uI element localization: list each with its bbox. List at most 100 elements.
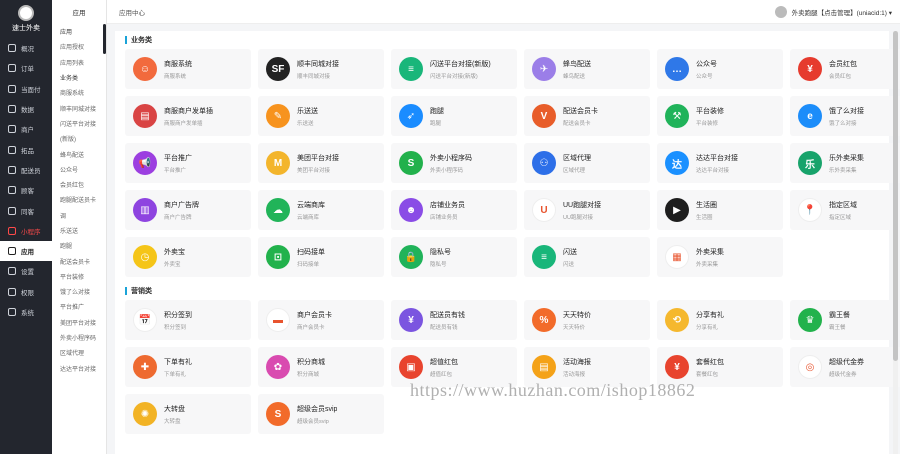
app-card[interactable]: ⊡ 扫码接单 扫码接单 [258, 237, 384, 277]
app-card[interactable]: 达达达平台对接 达达平台对接 [657, 143, 783, 183]
sub-nav-item[interactable]: 应用 [52, 24, 106, 39]
sidebar-item-user[interactable]: 同客 [0, 200, 52, 220]
app-card[interactable]: % 天天特价 天天特价 [524, 300, 650, 340]
app-card[interactable]: ☻ 店铺业务员 店铺业务员 [391, 190, 517, 230]
sub-nav-item[interactable]: 调 [52, 208, 106, 223]
app-card[interactable]: 乐乐外卖采集 乐外卖采集 [790, 143, 900, 183]
sidebar-item-label: 设置 [21, 269, 34, 277]
app-name: 下单有礼 [164, 358, 192, 366]
sidebar-item-customer[interactable]: 顾客 [0, 180, 52, 200]
wheel-icon: ✺ [133, 402, 157, 426]
app-card[interactable]: ¥ 套餐红包 套餐红包 [657, 347, 783, 387]
app-card[interactable]: ✺ 大转盘 大转盘 [125, 394, 251, 434]
app-name: 闪送平台对接(新版) [430, 60, 491, 68]
sidebar-item-deliver[interactable]: 配送员 [0, 160, 52, 180]
app-card[interactable]: ¥ 配送员有钱 配送员有钱 [391, 300, 517, 340]
app-card[interactable]: ▣ 超值红包 超值红包 [391, 347, 517, 387]
app-card[interactable]: 📢 平台推广 平台推广 [125, 143, 251, 183]
app-card[interactable]: ⟲ 分享有礼 分享有礼 [657, 300, 783, 340]
sidebar-item-miniapp[interactable]: 小程序 [0, 221, 52, 241]
app-card[interactable]: … 公众号 公众号 [657, 49, 783, 89]
scan-icon: ⊡ [266, 245, 290, 269]
sub-nav-item[interactable]: 业务类 [52, 70, 106, 85]
sub-nav-item[interactable]: 外卖小程序码 [52, 330, 106, 345]
app-card[interactable]: ♛ 霸王餐 霸王餐 [790, 300, 900, 340]
app-card[interactable]: ☁ 云端商库 云端商库 [258, 190, 384, 230]
sidebar-item-pay[interactable]: 当面付 [0, 79, 52, 99]
sub-nav-item[interactable]: 会员红包 [52, 177, 106, 192]
app-card[interactable]: e 饿了么对接 饿了么对接 [790, 96, 900, 136]
app-card[interactable]: S 外卖小程序码 外卖小程序码 [391, 143, 517, 183]
runner-icon: ➶ [399, 104, 423, 128]
app-card[interactable]: ▬ 商户会员卡 商户会员卡 [258, 300, 384, 340]
app-card[interactable]: ☺ 商服系统 商服系统 [125, 49, 251, 89]
crown-icon: ♛ [798, 308, 822, 332]
app-card[interactable]: ▦ 外卖采集 外卖采集 [657, 237, 783, 277]
app-card[interactable]: ≡ 闪送平台对接(新版) 闪送平台对接(新版) [391, 49, 517, 89]
app-name: 配送员有钱 [430, 311, 465, 319]
sub-nav-item[interactable]: 跑腿 [52, 238, 106, 253]
sub-nav-item[interactable]: 蜂鸟配送 [52, 146, 106, 161]
app-card[interactable]: ▥ 商户广告牌 商户广告牌 [125, 190, 251, 230]
app-name: 扫码接单 [297, 248, 325, 256]
sidebar-item-system[interactable]: 系统 [0, 302, 52, 322]
sub-nav-item[interactable]: 配送会员卡 [52, 253, 106, 268]
app-card[interactable]: 📍 指定区域 指定区域 [790, 190, 900, 230]
sub-nav-item[interactable]: 区域代理 [52, 345, 106, 360]
scrollbar-thumb[interactable] [893, 31, 898, 361]
app-card[interactable]: ≡ 闪送 闪送 [524, 237, 650, 277]
sub-nav-item[interactable]: 跑腿配送员卡 [52, 192, 106, 207]
app-card[interactable]: S 超级会员svip 超级会员svip [258, 394, 384, 434]
sidebar-item-dashboard[interactable]: 概况 [0, 38, 52, 58]
app-card[interactable]: ▤ 商服商户发单插 商服商户发单插 [125, 96, 251, 136]
app-description: 配送员有钱 [430, 324, 458, 331]
sidebar-item-order[interactable]: 订单 [0, 58, 52, 78]
sidebar-item-goods[interactable]: 拓品 [0, 139, 52, 159]
sub-nav-item[interactable]: 闪送平台对接 [52, 116, 106, 131]
sub-nav-item[interactable]: (新版) [52, 131, 106, 146]
page-scrollbar[interactable] [893, 31, 898, 454]
sidebar-item-apps[interactable]: 应用 [0, 240, 52, 262]
app-card[interactable]: ▶ 生活圈 生活圈 [657, 190, 783, 230]
app-card[interactable]: ✚ 下单有礼 下单有礼 [125, 347, 251, 387]
sub-nav-item[interactable]: 应用授权 [52, 39, 106, 54]
brand-logo[interactable]: 速士外卖 [0, 0, 52, 38]
sub-nav-item[interactable]: 顺丰同城对接 [52, 100, 106, 115]
app-name: 乐送送 [297, 107, 318, 115]
app-card[interactable]: U UU跑腿对接 UU跑腿对接 [524, 190, 650, 230]
app-card[interactable]: ¥ 会员红包 会员红包 [790, 49, 900, 89]
app-card[interactable]: ◎ 超级代金券 超级代金券 [790, 347, 900, 387]
sub-nav-item[interactable]: 饿了么对接 [52, 284, 106, 299]
app-card[interactable]: SF 顺丰同城对接 顺丰同城对接 [258, 49, 384, 89]
sub-nav-item[interactable]: 平台装修 [52, 269, 106, 284]
app-card[interactable]: ➶ 跑腿 跑腿 [391, 96, 517, 136]
permission-icon [8, 287, 16, 296]
app-card[interactable]: ✈ 蜂鸟配送 蜂鸟配送 [524, 49, 650, 89]
sidebar-item-settings[interactable]: 设置 [0, 261, 52, 281]
app-card[interactable]: V 配送会员卡 配送会员卡 [524, 96, 650, 136]
vip-card-icon: V [532, 104, 556, 128]
tag-icon: % [532, 308, 556, 332]
app-card[interactable]: ⚒ 平台装修 平台装修 [657, 96, 783, 136]
app-card[interactable]: M 美团平台对接 美团平台对接 [258, 143, 384, 183]
store-order-icon: ▤ [133, 104, 157, 128]
app-card[interactable]: ✎ 乐送送 乐送送 [258, 96, 384, 136]
app-card[interactable]: 🔒 隐私号 隐私号 [391, 237, 517, 277]
sub-nav-item[interactable]: 乐送送 [52, 223, 106, 238]
sidebar-item-permission[interactable]: 权限 [0, 282, 52, 302]
sub-nav-item[interactable]: 商服系统 [52, 85, 106, 100]
sub-nav-item[interactable]: 达达平台对接 [52, 361, 106, 376]
sub-nav-item[interactable]: 公众号 [52, 162, 106, 177]
sub-nav-scrollbar[interactable] [103, 24, 106, 54]
app-card[interactable]: ◷ 外卖宝 外卖宝 [125, 237, 251, 277]
sub-nav-item[interactable]: 平台推广 [52, 299, 106, 314]
sub-nav-item[interactable]: 美团平台对接 [52, 315, 106, 330]
app-card[interactable]: ✿ 积分商城 积分商城 [258, 347, 384, 387]
app-card[interactable]: 📅 积分签到 积分签到 [125, 300, 251, 340]
sub-nav-item[interactable]: 应用列表 [52, 55, 106, 70]
sidebar-item-data[interactable]: 数据 [0, 99, 52, 119]
sidebar-item-store[interactable]: 商户 [0, 119, 52, 139]
app-card[interactable]: ▤ 活动海报 活动海报 [524, 347, 650, 387]
app-card[interactable]: ⚇ 区域代理 区域代理 [524, 143, 650, 183]
user-menu[interactable]: 外卖跑腿【点击管理】(uniacid:1) ▾ [774, 5, 892, 18]
